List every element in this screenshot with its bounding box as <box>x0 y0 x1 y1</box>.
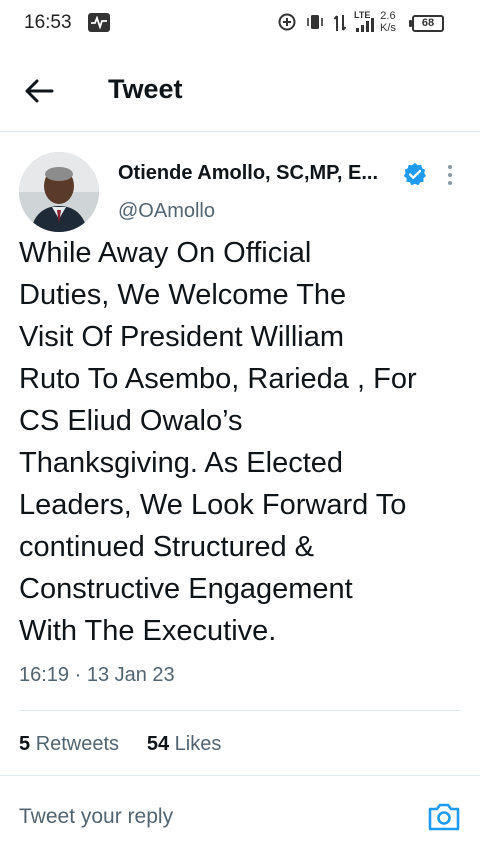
likes-link[interactable]: 54 Likes <box>147 733 222 755</box>
tweet-text-line: Thanksgiving. As Elected <box>19 447 344 479</box>
tweet-text-line: Visit Of President William <box>19 321 344 353</box>
likes-label: Likes <box>174 733 222 755</box>
author-name[interactable]: Otiende Amollo, SC,MP, E... <box>118 162 378 185</box>
divider <box>19 710 461 711</box>
tweet-text-line: continued Structured & <box>19 531 315 563</box>
divider <box>0 775 480 776</box>
battery-icon: 68 <box>409 15 444 32</box>
data-transfer-icon <box>333 14 347 37</box>
retweets-label: Retweets <box>35 733 120 755</box>
arrow-left-icon <box>25 79 54 103</box>
back-button[interactable] <box>22 74 56 108</box>
tweet-text-line: CS Eliud Owalo’s <box>19 405 243 437</box>
tweet-stats: 5 Retweets 54 Likes <box>19 733 221 756</box>
status-bar: 16:53 LTE 2.6 K/s 68 <box>0 0 480 48</box>
signal-icon <box>356 18 374 37</box>
likes-count: 54 <box>146 733 170 755</box>
tweet-text-line: Leaders, We Look Forward To <box>19 489 407 521</box>
data-saver-icon <box>278 13 296 36</box>
status-icons: LTE 2.6 K/s 68 <box>278 10 458 38</box>
verified-badge-icon <box>403 162 427 186</box>
status-time: 16:53 <box>24 12 72 33</box>
tweet-text-line: Ruto To Asembo, Rarieda , For <box>19 363 417 395</box>
vibrate-icon <box>306 14 324 35</box>
tweet-text-line: With The Executive. <box>19 615 277 647</box>
retweets-count: 5 <box>19 733 31 755</box>
avatar[interactable] <box>19 152 99 232</box>
camera-button[interactable] <box>426 800 462 834</box>
camera-icon <box>428 803 460 831</box>
page-title: Tweet <box>108 74 183 104</box>
tweet-text-line: While Away On Official <box>19 237 312 269</box>
network-speed: 2.6 K/s <box>380 10 396 34</box>
activity-icon <box>88 13 110 32</box>
app-header: Tweet <box>0 48 480 132</box>
avatar-image <box>19 152 99 232</box>
retweets-link[interactable]: 5 Retweets <box>19 733 119 755</box>
more-vertical-icon <box>448 165 452 169</box>
author-handle[interactable]: @OAmollo <box>118 200 215 223</box>
reply-input[interactable]: Tweet your reply <box>19 805 173 829</box>
more-options-button[interactable] <box>440 162 460 188</box>
tweet-text-line: Duties, We Welcome The <box>19 279 347 311</box>
tweet-text: While Away On Official Duties, We Welcom… <box>19 232 469 652</box>
tweet-timestamp[interactable]: 16:19 · 13 Jan 23 <box>19 664 175 687</box>
tweet-text-line: Constructive Engagement <box>19 573 353 605</box>
